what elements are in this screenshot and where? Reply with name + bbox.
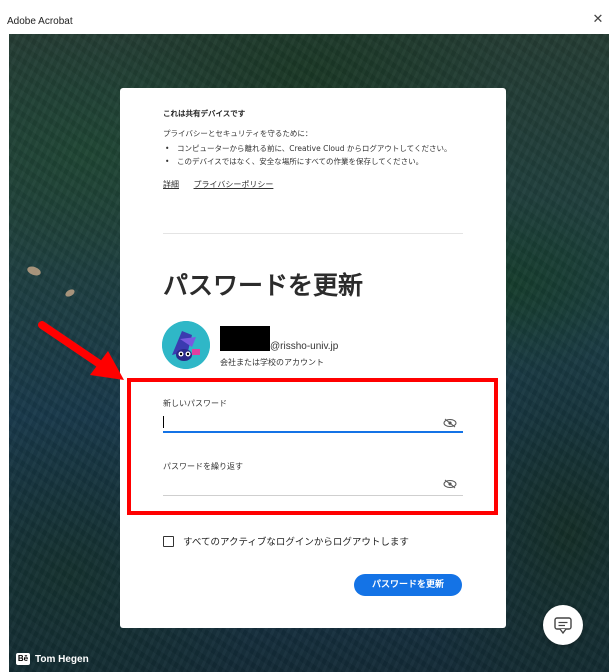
logout-all-checkbox-label[interactable]: すべてのアクティブなログインからログアウトします [183, 534, 409, 548]
notice-heading: これは共有デバイスです [163, 109, 246, 118]
window-titlebar: Adobe Acrobat ✕ [0, 0, 609, 34]
account-email: @rissho-univ.jp [270, 341, 339, 352]
divider [163, 233, 463, 234]
close-icon[interactable]: ✕ [591, 13, 605, 27]
account-info: @rissho-univ.jp 会社または学校のアカウント [162, 321, 472, 371]
chat-button[interactable] [543, 605, 583, 645]
redacted-username [220, 326, 270, 351]
logout-all-checkbox-row[interactable]: すべてのアクティブなログインからログアウトします [163, 534, 409, 548]
page-title: パスワードを更新 [163, 271, 364, 300]
notice-bullet: コンピューターから離れる前に、Creative Cloud からログアウトしてく… [163, 143, 463, 155]
window-title: Adobe Acrobat [7, 16, 73, 27]
notice-bullet: このデバイスではなく、安全な場所にすべての作業を保存してください。 [163, 156, 463, 168]
chat-icon [554, 617, 572, 635]
notice-list: コンピューターから離れる前に、Creative Cloud からログアウトしてく… [163, 143, 463, 168]
avatar [162, 321, 210, 369]
behance-icon: Bē [16, 653, 30, 665]
avatar-illustration-icon [162, 321, 210, 369]
update-password-button[interactable]: パスワードを更新 [354, 574, 462, 596]
logout-all-checkbox[interactable] [163, 535, 174, 547]
password-update-card: これは共有デバイスです プライバシーとセキュリティを守るために： コンピューター… [120, 88, 506, 628]
photo-credit-name: Tom Hegen [35, 653, 89, 665]
shared-device-notice: これは共有デバイスです プライバシーとセキュリティを守るために： コンピューター… [163, 108, 463, 190]
privacy-policy-link[interactable]: プライバシーポリシー [194, 180, 274, 189]
details-link[interactable]: 詳細 [163, 180, 179, 189]
annotation-arrow-icon [38, 321, 124, 380]
notice-links: 詳細 プライバシーポリシー [163, 179, 463, 190]
notice-intro: プライバシーとセキュリティを守るために： [163, 129, 313, 138]
photo-credit[interactable]: Bē Tom Hegen [16, 653, 89, 665]
annotation-highlight-box [127, 378, 498, 515]
account-type: 会社または学校のアカウント [220, 358, 324, 367]
